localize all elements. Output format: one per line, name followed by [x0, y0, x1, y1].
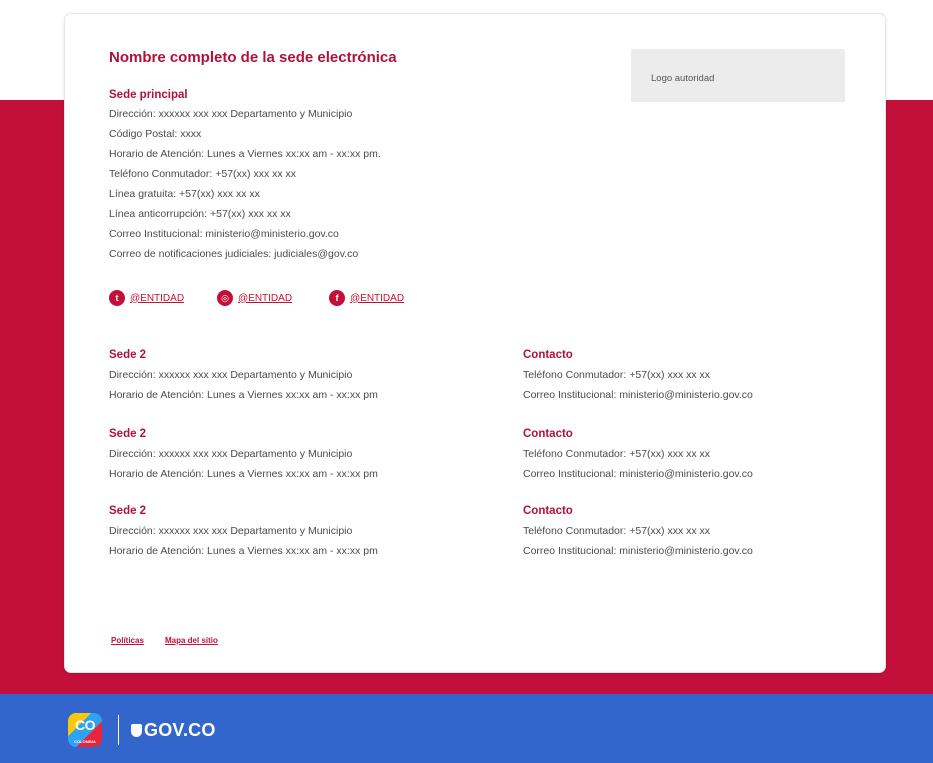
branch-title: Sede 2 — [109, 349, 147, 361]
main-office-email: Correo Institucional: ministerio@ministe… — [109, 228, 339, 240]
logo-label: Logo autoridad — [651, 73, 715, 84]
govco-wordmark: GOV.CO — [144, 719, 216, 740]
branch-title: Sede 2 — [109, 505, 147, 517]
social-link-instagram[interactable]: ◎ @ENTIDAD — [217, 290, 292, 306]
contact-title: Contacto — [523, 505, 573, 517]
main-office-phone: Teléfono Conmutador: +57(xx) xxx xx xx — [109, 168, 297, 180]
contact-email: Correo Institucional: ministerio@ministe… — [523, 389, 753, 401]
sitemap-link[interactable]: Mapa del sitio — [165, 636, 218, 645]
main-office-anticorruption-line: Línea anticorrupción: +57(xx) xxx xx xx — [109, 208, 291, 220]
branch-title: Sede 2 — [109, 428, 147, 440]
contact-phone: Teléfono Conmutador: +57(xx) xxx xx xx — [523, 369, 711, 381]
contact-phone: Teléfono Conmutador: +57(xx) xxx xx xx — [523, 448, 711, 460]
contact-phone: Teléfono Conmutador: +57(xx) xxx xx xx — [523, 525, 711, 537]
main-office-address: Dirección: xxxxxx xxx xxx Departamento y… — [109, 108, 353, 120]
main-office-title: Sede principal — [109, 89, 188, 101]
instagram-icon: ◎ — [217, 290, 233, 306]
branch-hours: Horario de Atención: Lunes a Viernes xx:… — [109, 468, 378, 480]
social-link-facebook[interactable]: f @ENTIDAD — [329, 290, 404, 306]
shield-icon — [131, 723, 142, 737]
main-office-judicial-email: Correo de notificaciones judiciales: jud… — [109, 248, 359, 260]
contact-title: Contacto — [523, 349, 573, 361]
footer-card: Nombre completo de la sede electrónica L… — [64, 13, 886, 673]
branch-address: Dirección: xxxxxx xxx xxx Departamento y… — [109, 448, 353, 460]
site-title: Nombre completo de la sede electrónica — [109, 49, 397, 66]
facebook-icon: f — [329, 290, 345, 306]
colombia-co-logo: CO COLOMBIA — [68, 713, 102, 747]
main-office-hours: Horario de Atención: Lunes a Viernes xx:… — [109, 148, 381, 160]
co-logo-subtext: COLOMBIA — [74, 739, 96, 744]
twitter-icon: t — [109, 290, 125, 306]
brand-divider — [118, 715, 119, 745]
facebook-handle[interactable]: @ENTIDAD — [350, 293, 404, 304]
branch-hours: Horario de Atención: Lunes a Viernes xx:… — [109, 545, 378, 557]
govco-brand[interactable]: CO COLOMBIA GOV.CO — [68, 713, 216, 747]
authority-logo-placeholder: Logo autoridad — [631, 49, 845, 102]
contact-email: Correo Institucional: ministerio@ministe… — [523, 468, 753, 480]
instagram-handle[interactable]: @ENTIDAD — [238, 293, 292, 304]
contact-email: Correo Institucional: ministerio@ministe… — [523, 545, 753, 557]
contact-title: Contacto — [523, 428, 573, 440]
twitter-handle[interactable]: @ENTIDAD — [130, 293, 184, 304]
main-office-postal-code: Código Postal: xxxx — [109, 128, 202, 140]
social-link-twitter[interactable]: t @ENTIDAD — [109, 290, 184, 306]
policies-link[interactable]: Políticas — [111, 636, 144, 645]
branch-address: Dirección: xxxxxx xxx xxx Departamento y… — [109, 525, 353, 537]
main-office-toll-free: Línea gratuita: +57(xx) xxx xx xx — [109, 188, 260, 200]
branch-hours: Horario de Atención: Lunes a Viernes xx:… — [109, 389, 378, 401]
branch-address: Dirección: xxxxxx xxx xxx Departamento y… — [109, 369, 353, 381]
co-logo-text: CO — [75, 717, 96, 733]
